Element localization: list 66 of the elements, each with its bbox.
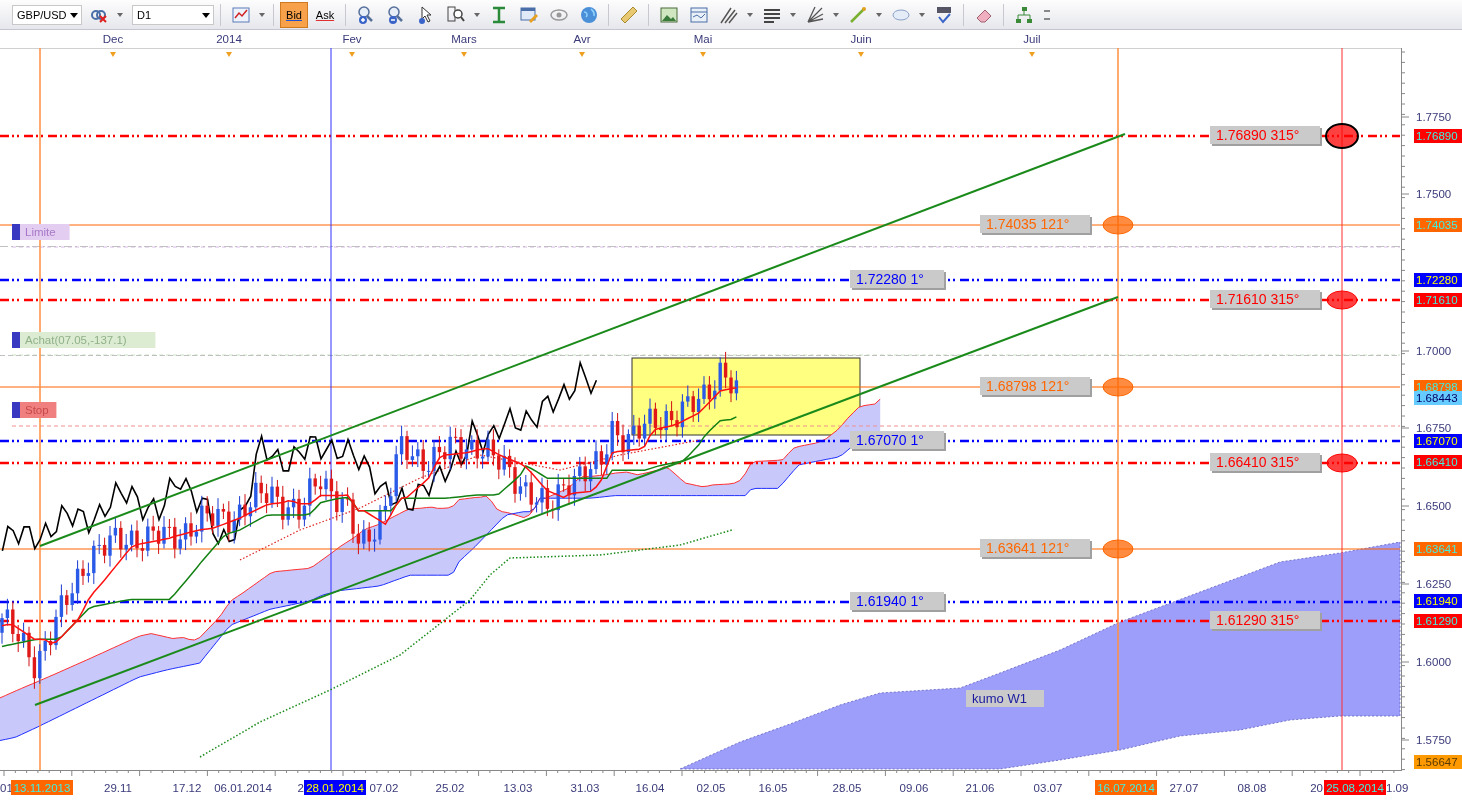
month-label: Juil <box>1023 33 1041 45</box>
date-label: 01 <box>0 782 13 794</box>
month-label: Fev <box>342 33 362 45</box>
date-label: 21.06 <box>965 782 995 794</box>
month-label: Dec <box>102 33 124 45</box>
date-label: 03.07 <box>1033 782 1063 794</box>
date-label: 02.05 <box>696 782 726 794</box>
date-tag: 25.08.2014 <box>1324 780 1386 795</box>
price-tag: 1.71610 <box>1414 293 1462 307</box>
price-tick-label: 1.6250 <box>1416 578 1452 590</box>
quote-button[interactable]: Bid <box>280 1 308 28</box>
level-label: 1.74035 121° <box>980 215 1092 235</box>
price-tick-label: 1.7500 <box>1416 188 1452 200</box>
date-label: 09.06 <box>899 782 929 794</box>
level-label: 1.71610 315° <box>1210 290 1322 310</box>
price-tick-label: 1.7000 <box>1416 345 1452 357</box>
price-tag: 1.68443 <box>1414 391 1462 405</box>
price-tag: 1.61290 <box>1414 614 1462 628</box>
date-label: 16.04 <box>635 782 665 794</box>
date-label: 07.02 <box>369 782 399 794</box>
price-tick-label: 1.5750 <box>1416 734 1452 746</box>
date-label: 31.03 <box>570 782 600 794</box>
price-tick-label: 1.7750 <box>1416 111 1452 123</box>
level-label: 1.63641 121° <box>980 539 1092 559</box>
price-tag: 1.56647 <box>1414 755 1462 769</box>
symbol-dropdown[interactable]: GBP/USD <box>12 4 82 25</box>
date-label: 27.07 <box>1169 782 1199 794</box>
price-tag: 1.76890 <box>1414 129 1462 143</box>
date-tag: 13.11.2013 <box>11 780 73 795</box>
price-tag: 1.63641 <box>1414 542 1462 556</box>
level-label: 1.67070 1° <box>850 431 946 451</box>
price-tick-label: 1.6500 <box>1416 500 1452 512</box>
date-label: 08.08 <box>1237 782 1267 794</box>
level-label: 1.72280 1° <box>850 270 946 290</box>
date-label: 13.03 <box>503 782 533 794</box>
date-label: 16.05 <box>758 782 788 794</box>
quote-button[interactable]: Ask <box>311 1 339 28</box>
level-label: 1.68798 121° <box>980 377 1092 397</box>
date-label: 20 <box>1310 782 1323 794</box>
price-tag: 1.67070 <box>1414 434 1462 448</box>
price-tick-label: 1.6750 <box>1416 422 1452 434</box>
date-label: 28.05 <box>832 782 862 794</box>
level-label: 1.61940 1° <box>850 592 946 612</box>
date-label: 29.11 <box>104 782 132 794</box>
price-tag: 1.74035 <box>1414 218 1462 232</box>
date-label: 25.02 <box>435 782 465 794</box>
date-tag: 28.01.2014 <box>304 780 366 795</box>
month-label: Mai <box>693 33 713 45</box>
month-label: 2014 <box>216 33 242 45</box>
month-label: Juin <box>850 33 872 45</box>
date-label: 1.09 <box>1386 782 1409 794</box>
date-label: 17.12 <box>172 782 202 794</box>
cloud-label: kumo W1 <box>966 690 1044 707</box>
price-tag: 1.61940 <box>1414 594 1462 608</box>
timeframe-dropdown[interactable]: D1 <box>132 4 214 25</box>
date-label: 06.01.2014 <box>214 782 272 794</box>
date-tag: 16.07.2014 <box>1095 780 1157 795</box>
price-tag: 1.66410 <box>1414 455 1462 469</box>
level-label: 1.76890 315° <box>1210 126 1322 146</box>
date-label: 2 <box>297 782 304 794</box>
level-label: 1.66410 315° <box>1210 453 1322 473</box>
price-tick-label: 1.6000 <box>1416 656 1452 668</box>
month-label: Mars <box>451 33 477 45</box>
month-label: Avr <box>573 33 591 45</box>
price-tag: 1.72280 <box>1414 273 1462 287</box>
level-label: 1.61290 315° <box>1210 611 1322 631</box>
